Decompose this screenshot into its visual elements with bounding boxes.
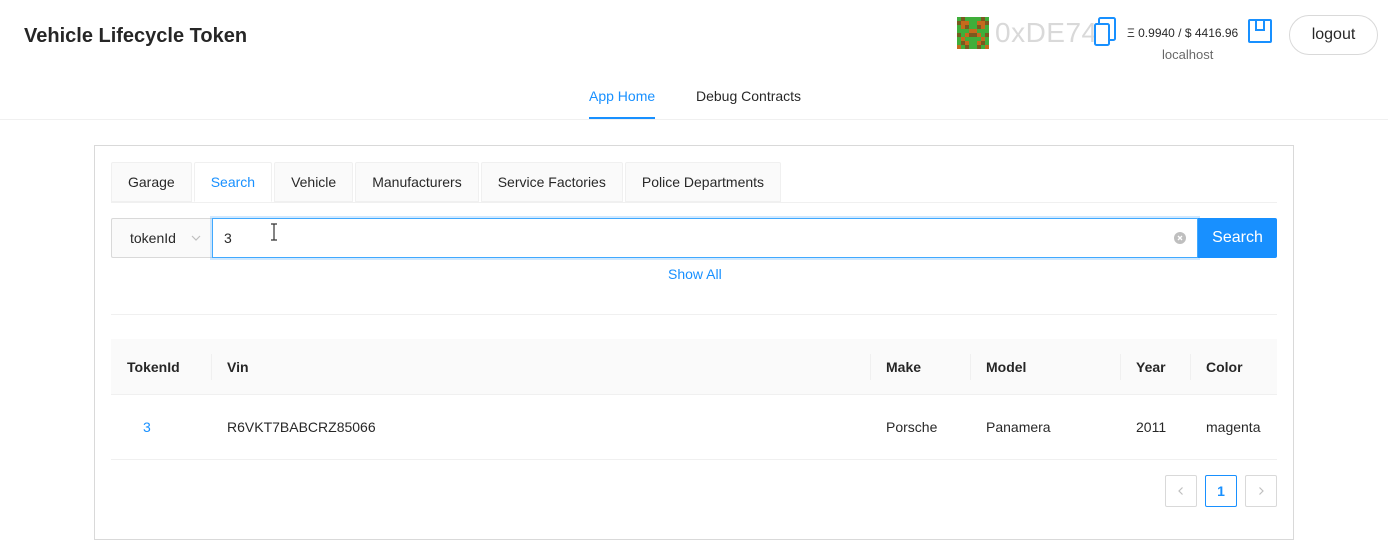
search-field-select[interactable]: tokenId xyxy=(111,218,212,258)
section-divider xyxy=(111,314,1277,315)
top-nav: App Home Debug Contracts xyxy=(0,72,1388,120)
blockie-avatar-icon xyxy=(957,17,989,49)
nav-app-home[interactable]: App Home xyxy=(589,88,655,104)
wallet-icon[interactable] xyxy=(1247,18,1273,46)
show-all-link[interactable]: Show All xyxy=(668,266,722,282)
table-row: 3 R6VKT7BABCRZ85066 Porsche Panamera 201… xyxy=(111,395,1277,460)
column-header-color: Color xyxy=(1190,339,1277,395)
row-color: magenta xyxy=(1206,419,1261,435)
search-field-value: tokenId xyxy=(130,230,176,246)
tab-manufacturers[interactable]: Manufacturers xyxy=(355,162,479,202)
row-tokenid-link[interactable]: 3 xyxy=(111,395,211,459)
text-cursor-icon xyxy=(271,223,277,241)
account-display[interactable]: 0xDE74 xyxy=(957,13,1098,53)
pagination-next[interactable] xyxy=(1245,475,1277,507)
network-label: localhost xyxy=(1162,47,1214,62)
chevron-right-icon xyxy=(1259,487,1264,495)
pagination: 1 xyxy=(1165,475,1285,507)
clear-icon[interactable] xyxy=(1174,232,1186,244)
main-card: Garage Search Vehicle Manufacturers Serv… xyxy=(94,145,1294,540)
results-table: TokenId Vin Make Model Year Color 3 R6VK… xyxy=(111,339,1277,460)
tab-garage[interactable]: Garage xyxy=(111,162,192,202)
nav-active-indicator xyxy=(589,117,655,119)
row-make: Porsche xyxy=(886,419,938,435)
chevron-left-icon xyxy=(1178,487,1183,495)
account-address[interactable]: 0xDE74 xyxy=(995,17,1098,49)
tab-service-factories[interactable]: Service Factories xyxy=(480,162,623,202)
app-title: Vehicle Lifecycle Token xyxy=(24,25,248,47)
tab-vehicle[interactable]: Vehicle xyxy=(274,162,354,202)
chevron-down-icon xyxy=(191,235,201,241)
column-header-make: Make xyxy=(870,339,970,395)
row-year: 2011 xyxy=(1136,419,1167,435)
column-header-model: Model xyxy=(970,339,1120,395)
search-row: tokenId Search xyxy=(111,218,1277,258)
tab-police-departments[interactable]: Police Departments xyxy=(624,162,782,202)
row-vin: R6VKT7BABCRZ85066 xyxy=(227,419,376,435)
tab-bar: Garage Search Vehicle Manufacturers Serv… xyxy=(111,162,783,203)
pagination-prev[interactable] xyxy=(1165,475,1197,507)
search-button[interactable]: Search xyxy=(1198,218,1277,258)
table-header: TokenId Vin Make Model Year Color xyxy=(111,339,1277,395)
column-header-vin: Vin xyxy=(211,339,870,395)
tab-search[interactable]: Search xyxy=(193,162,273,202)
column-header-year: Year xyxy=(1120,339,1190,395)
search-input-wrapper xyxy=(212,218,1198,258)
copy-icon[interactable] xyxy=(1093,17,1117,47)
balance-display: Ξ 0.9940 / $ 4416.96 xyxy=(1127,26,1239,40)
nav-debug-contracts[interactable]: Debug Contracts xyxy=(696,88,801,104)
column-header-tokenid: TokenId xyxy=(127,359,180,375)
tabs-divider xyxy=(111,202,1277,203)
search-input[interactable] xyxy=(224,230,1186,246)
logout-button[interactable]: logout xyxy=(1289,15,1378,55)
row-model: Panamera xyxy=(986,419,1051,435)
pagination-page-1[interactable]: 1 xyxy=(1205,475,1237,507)
